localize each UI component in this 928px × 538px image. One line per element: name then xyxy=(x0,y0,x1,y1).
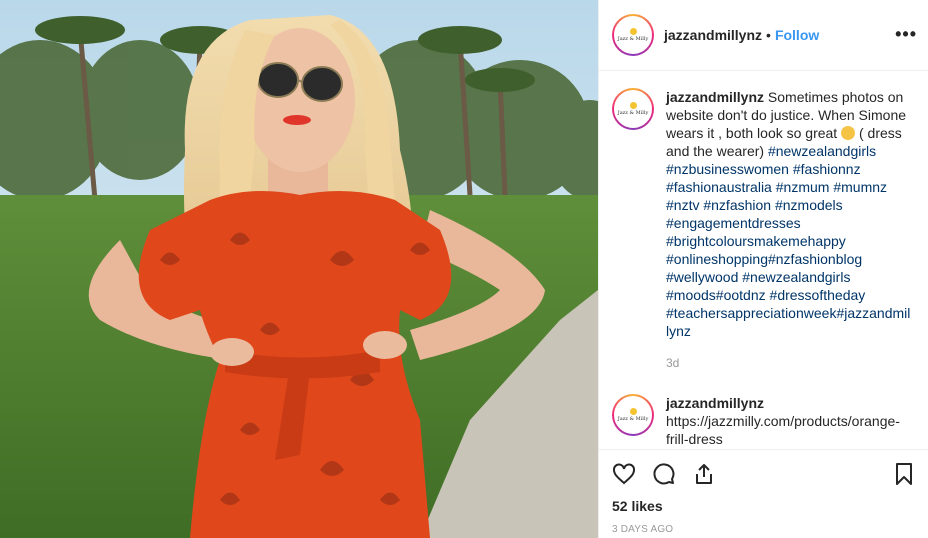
hashtag-link[interactable]: #brightcoloursmakemehappy xyxy=(666,233,846,249)
avatar-logo: Jazz & Milly xyxy=(614,396,652,434)
reply-body: jazzandmillynz https://jazzmilly.com/pro… xyxy=(666,394,911,448)
heart-icon[interactable] xyxy=(612,462,636,486)
comments-list[interactable]: Jazz & Milly jazzandmillynz Sometimes ph… xyxy=(599,72,928,448)
photo-illustration xyxy=(0,0,598,538)
avatar-logo-text: Jazz & Milly xyxy=(617,36,649,42)
hashtag-link[interactable]: #newzealandgirls xyxy=(742,269,850,285)
hashtag-link[interactable]: #fashionnz xyxy=(793,161,861,177)
reply-text: https://jazzmilly.com/products/orange-fr… xyxy=(666,413,900,447)
hashtag-link[interactable]: #engagementdresses xyxy=(666,215,801,231)
reply-username[interactable]: jazzandmillynz xyxy=(666,394,911,412)
avatar[interactable]: Jazz & Milly xyxy=(612,394,654,436)
hashtag-link[interactable]: #nzmodels xyxy=(775,197,843,213)
hashtag-link[interactable]: #teachersappreciationweek#jazzandmillynz xyxy=(666,305,910,339)
hashtag-link[interactable]: #nzbusinesswomen xyxy=(666,161,789,177)
post-header: Jazz & Milly jazzandmillynz • Follow ••• xyxy=(599,0,928,71)
avatar-logo: Jazz & Milly xyxy=(614,90,652,128)
caption-comment: Jazz & Milly jazzandmillynz Sometimes ph… xyxy=(599,72,928,372)
comment-icon[interactable] xyxy=(652,462,676,486)
sun-icon xyxy=(629,408,637,415)
grinning-face-emoji-icon xyxy=(841,126,856,140)
reply-comment: Jazz & Milly jazzandmillynz https://jazz… xyxy=(599,372,928,448)
avatar-logo-text: Jazz & Milly xyxy=(617,416,649,422)
sun-icon xyxy=(629,28,637,35)
follow-button[interactable]: Follow xyxy=(775,27,819,43)
post-sidebar: Jazz & Milly jazzandmillynz • Follow •••… xyxy=(598,0,928,538)
instagram-post: Jazz & Milly jazzandmillynz • Follow •••… xyxy=(0,0,928,538)
post-photo[interactable] xyxy=(0,0,598,538)
hashtag-link[interactable]: #nzfashion xyxy=(703,197,771,213)
caption-body: jazzandmillynz Sometimes photos on websi… xyxy=(666,88,911,372)
bookmark-icon[interactable] xyxy=(892,462,916,486)
share-icon[interactable] xyxy=(692,462,716,486)
hashtag-link[interactable]: #nzmum xyxy=(776,179,830,195)
caption-time[interactable]: 3d xyxy=(666,354,911,372)
hashtag-link[interactable]: #moods#ootdnz xyxy=(666,287,766,303)
action-icons xyxy=(612,450,916,498)
header-username[interactable]: jazzandmillynz xyxy=(664,27,762,43)
likes-count[interactable]: 52 likes xyxy=(612,498,916,514)
posted-time[interactable]: 3 DAYS AGO xyxy=(612,524,916,535)
separator-dot: • xyxy=(766,27,771,43)
hashtag-link[interactable]: #wellywood xyxy=(666,269,738,285)
avatar-logo: Jazz & Milly xyxy=(614,16,652,54)
more-options-icon[interactable]: ••• xyxy=(895,24,917,45)
hashtag-link[interactable]: #fashionaustralia xyxy=(666,179,772,195)
avatar-logo-text: Jazz & Milly xyxy=(617,110,649,116)
hashtag-link[interactable]: #onlineshopping#nzfashionblog xyxy=(666,251,862,267)
avatar[interactable]: Jazz & Milly xyxy=(612,14,654,56)
caption-username[interactable]: jazzandmillynz xyxy=(666,89,764,105)
hashtag-link[interactable]: #newzealandgirls xyxy=(768,143,876,159)
hashtag-list: #newzealandgirls #nzbusinesswomen #fashi… xyxy=(666,143,910,339)
hashtag-link[interactable]: #mumnz xyxy=(833,179,887,195)
avatar[interactable]: Jazz & Milly xyxy=(612,88,654,130)
hashtag-link[interactable]: #nztv xyxy=(666,197,699,213)
sun-icon xyxy=(629,102,637,109)
hashtag-link[interactable]: #dressoftheday xyxy=(770,287,866,303)
post-actions: 52 likes 3 DAYS AGO xyxy=(599,449,928,538)
